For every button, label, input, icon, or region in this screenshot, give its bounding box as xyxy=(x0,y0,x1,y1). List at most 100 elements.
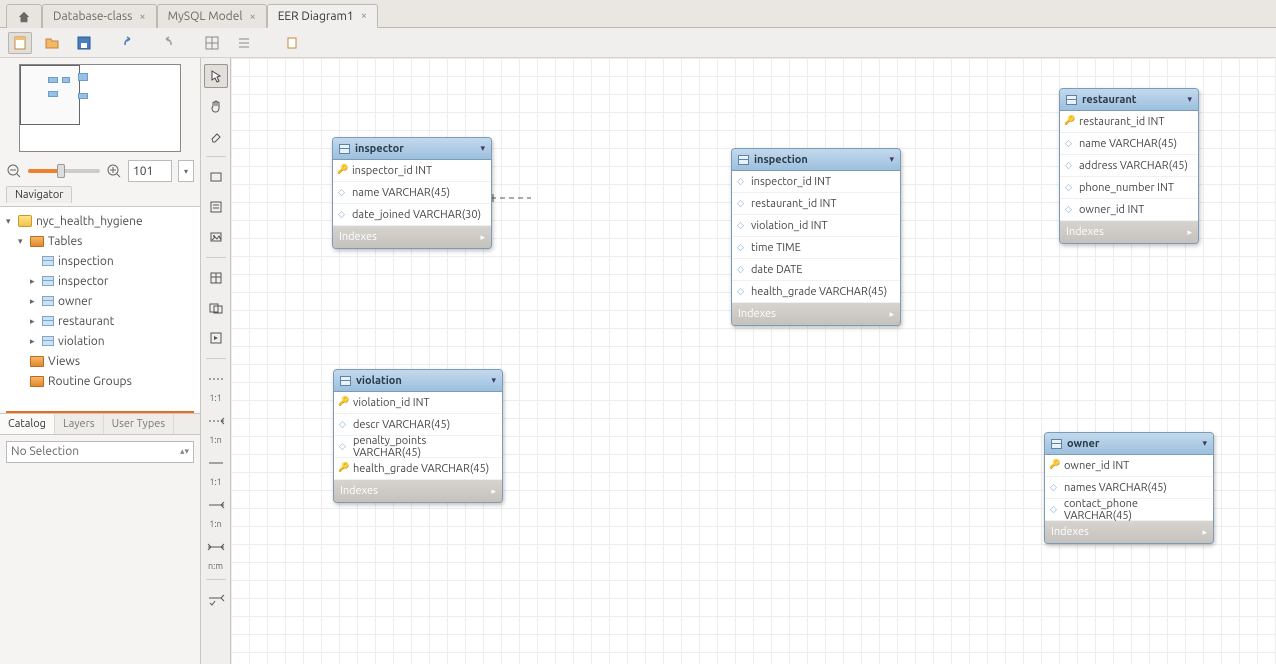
rel-edit-icon xyxy=(207,594,225,606)
align-icon xyxy=(237,36,251,50)
column-name: restaurant_id INT xyxy=(1079,116,1164,128)
chevron-down-icon[interactable]: ▾ xyxy=(491,375,496,386)
entity-owner[interactable]: owner▾ owner_id INT names VARCHAR(45) co… xyxy=(1044,432,1214,544)
tree-views-folder[interactable]: Views xyxy=(0,351,200,371)
save-button[interactable] xyxy=(72,32,96,54)
tree-table-owner[interactable]: ▸owner xyxy=(0,291,200,311)
chevron-down-icon[interactable]: ▾ xyxy=(480,143,485,154)
zoom-in-icon[interactable] xyxy=(106,163,122,179)
hand-tool[interactable] xyxy=(204,94,228,118)
catalog-tree: ▾nyc_health_hygiene ▾Tables inspection ▸… xyxy=(0,206,200,411)
export-button[interactable] xyxy=(280,32,304,54)
tab-database-class[interactable]: Database-class × xyxy=(42,4,157,28)
indexes-row[interactable]: Indexes▸ xyxy=(1060,221,1198,243)
indexes-row[interactable]: Indexes▸ xyxy=(334,480,502,502)
zoom-controls: 101 ▾ xyxy=(0,158,200,184)
relation-1-1-nonid[interactable] xyxy=(204,367,228,391)
table-tool[interactable] xyxy=(204,266,228,290)
minimap[interactable] xyxy=(19,64,181,152)
routine-tool[interactable] xyxy=(204,326,228,350)
folder-icon xyxy=(44,35,60,51)
column-name: name VARCHAR(45) xyxy=(1079,138,1177,150)
entity-inspector[interactable]: inspector▾ inspector_id INT name VARCHAR… xyxy=(332,137,492,249)
zoom-value[interactable]: 101 xyxy=(128,160,172,182)
relation-n-m[interactable] xyxy=(204,535,228,559)
text-tool[interactable] xyxy=(204,195,228,219)
grid-toggle-button[interactable] xyxy=(200,32,224,54)
entity-title: inspector xyxy=(355,143,404,155)
relation-1-n-id[interactable] xyxy=(204,493,228,517)
image-tool[interactable] xyxy=(204,225,228,249)
pointer-tool[interactable] xyxy=(204,64,228,88)
column-name: inspector_id INT xyxy=(751,176,831,188)
tree-table-violation[interactable]: ▸violation xyxy=(0,331,200,351)
tree-database[interactable]: ▾nyc_health_hygiene xyxy=(0,211,200,231)
column-name: owner_id INT xyxy=(1064,460,1129,472)
selection-dropdown[interactable]: No Selection▴▾ xyxy=(6,441,194,463)
redo-button[interactable] xyxy=(152,32,176,54)
tab-label: Database-class xyxy=(53,10,132,23)
close-icon[interactable]: × xyxy=(361,10,367,22)
table-icon xyxy=(339,144,350,154)
redo-icon xyxy=(156,35,172,51)
col-icon xyxy=(738,177,746,187)
tree-routines-folder[interactable]: Routine Groups xyxy=(0,371,200,391)
tab-home[interactable] xyxy=(6,4,42,28)
entity-inspection[interactable]: inspection▾ inspector_id INT restaurant_… xyxy=(731,148,901,326)
undo-button[interactable] xyxy=(120,32,144,54)
new-file-button[interactable] xyxy=(8,32,32,54)
tab-eer-diagram[interactable]: EER Diagram1 × xyxy=(267,4,378,28)
eraser-tool[interactable] xyxy=(204,124,228,148)
indexes-row[interactable]: Indexes▸ xyxy=(732,303,900,325)
user-types-tab[interactable]: User Types xyxy=(104,414,175,434)
zoom-out-icon[interactable] xyxy=(6,163,22,179)
hand-icon xyxy=(209,99,223,113)
chevron-down-icon[interactable]: ▾ xyxy=(889,154,894,165)
entity-restaurant[interactable]: restaurant▾ restaurant_id INT name VARCH… xyxy=(1059,88,1199,244)
close-icon[interactable]: × xyxy=(139,11,145,23)
col-icon xyxy=(1066,205,1074,215)
col-icon xyxy=(738,199,746,209)
layers-tab[interactable]: Layers xyxy=(55,414,104,434)
view-icon xyxy=(209,301,223,315)
tree-table-inspection[interactable]: inspection xyxy=(0,251,200,271)
zoom-slider[interactable] xyxy=(28,169,100,173)
close-icon[interactable]: × xyxy=(249,11,255,23)
tab-mysql-model[interactable]: MySQL Model × xyxy=(157,4,267,28)
align-button[interactable] xyxy=(232,32,256,54)
col-icon xyxy=(340,420,348,430)
catalog-tab[interactable]: Catalog xyxy=(0,414,55,434)
column-name: address VARCHAR(45) xyxy=(1079,160,1188,172)
chevron-down-icon[interactable]: ▾ xyxy=(1187,94,1192,105)
rel-icon xyxy=(207,542,225,552)
undo-icon xyxy=(124,35,140,51)
table-icon xyxy=(1066,95,1077,105)
chevron-down-icon[interactable]: ▾ xyxy=(1202,438,1207,449)
col-icon xyxy=(738,287,746,297)
entity-violation[interactable]: violation▾ violation_id INT descr VARCHA… xyxy=(333,369,503,503)
tree-tables-folder[interactable]: ▾Tables xyxy=(0,231,200,251)
pk-icon xyxy=(340,464,348,474)
col-icon xyxy=(339,210,347,220)
relation-1-n-nonid[interactable] xyxy=(204,409,228,433)
navigator-tab[interactable]: Navigator xyxy=(6,186,72,203)
rel-label: 1:n xyxy=(209,436,221,445)
tree-table-inspector[interactable]: ▸inspector xyxy=(0,271,200,291)
rel-icon xyxy=(207,416,225,426)
open-button[interactable] xyxy=(40,32,64,54)
view-tool[interactable] xyxy=(204,296,228,320)
layer-tool[interactable] xyxy=(204,165,228,189)
rel-icon xyxy=(207,374,225,384)
eraser-icon xyxy=(209,129,223,143)
zoom-dropdown[interactable]: ▾ xyxy=(178,160,194,182)
indexes-row[interactable]: Indexes▸ xyxy=(1045,521,1213,543)
relation-place-tool[interactable] xyxy=(204,588,228,612)
diagram-canvas[interactable]: inspector ▾ inspector_id INT name VARCHAR… xyxy=(231,58,1276,664)
indexes-row[interactable]: Indexes▸ xyxy=(333,226,491,248)
note-icon xyxy=(209,200,223,214)
tab-label: MySQL Model xyxy=(168,10,243,23)
tree-table-restaurant[interactable]: ▸restaurant xyxy=(0,311,200,331)
column-name: restaurant_id INT xyxy=(751,198,836,210)
export-icon xyxy=(285,36,299,50)
relation-1-1-id[interactable] xyxy=(204,451,228,475)
